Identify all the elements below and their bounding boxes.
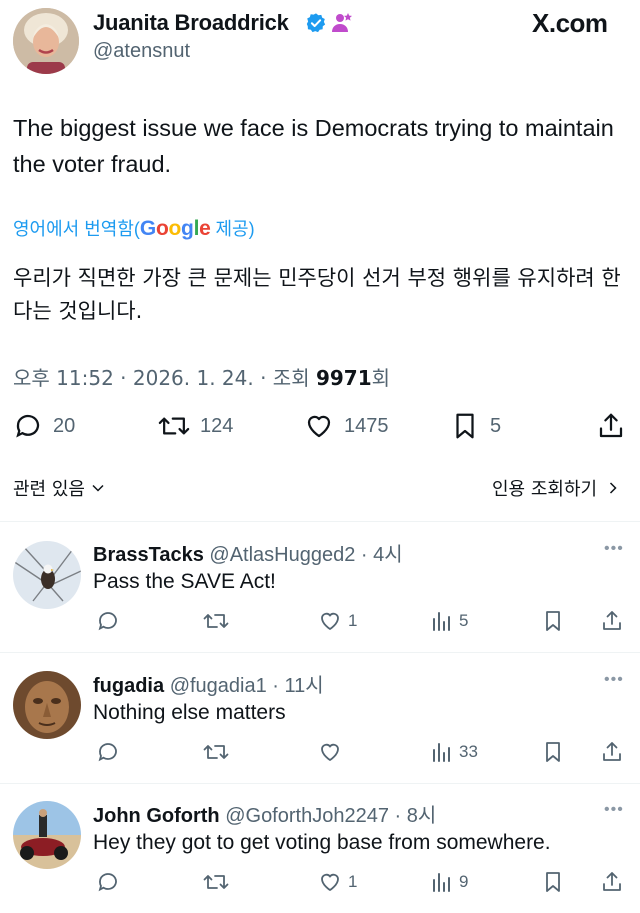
reply-share-button[interactable]: [600, 740, 630, 764]
share-button[interactable]: [596, 411, 636, 441]
reply-author-name[interactable]: BrassTacks: [93, 544, 204, 566]
reply-button[interactable]: 20: [13, 411, 75, 441]
reply-like-count: 1: [348, 611, 358, 630]
reply-view-count: 5: [459, 611, 469, 630]
chevron-down-icon: [92, 484, 104, 492]
bookmark-count: 5: [490, 414, 502, 437]
like-icon: [321, 873, 339, 892]
reply-reply-button[interactable]: [96, 870, 126, 894]
repost-button[interactable]: 124: [158, 411, 233, 441]
quotes-label: 인용 조회하기: [492, 479, 598, 500]
translated-text: 우리가 직면한 가장 큰 문제는 민주당이 선거 부정 행위를 유지하려 한다는…: [13, 266, 621, 323]
bookmark-icon: [546, 872, 560, 892]
repost-icon: [203, 745, 229, 759]
like-icon: [321, 612, 339, 631]
reply-bookmark-button[interactable]: [541, 870, 571, 894]
reply-like-button[interactable]: 1: [318, 609, 357, 633]
like-button[interactable]: 1475: [304, 411, 389, 441]
org-badge-icon: [332, 13, 352, 32]
reply-view-count: 33: [459, 742, 478, 761]
view-quotes-link[interactable]: 인용 조회하기: [492, 475, 623, 501]
reply-views-button[interactable]: 5: [431, 609, 468, 633]
reply-author-handle[interactable]: @fugadia1 · 11시: [170, 675, 324, 697]
author-name[interactable]: Juanita Broaddrick: [93, 10, 289, 36]
translation-suffix: 제공): [210, 219, 255, 239]
share-icon: [603, 611, 621, 630]
views-icon: [433, 873, 450, 892]
translation-attribution[interactable]: 영어에서 번역함(Google 제공): [13, 215, 255, 241]
like-icon: [321, 743, 339, 762]
more-icon[interactable]: •••: [604, 801, 624, 819]
translation-prefix: 영어에서 번역함(: [13, 219, 140, 239]
reply-icon: [98, 743, 117, 762]
views-icon: [433, 743, 450, 762]
like-count: 1475: [344, 414, 389, 437]
share-icon: [603, 872, 621, 891]
reply-author-handle[interactable]: @AtlasHugged2 · 4시: [209, 544, 402, 566]
reply-avatar[interactable]: [13, 801, 81, 869]
reply-header: John Goforth @GoforthJoh2247 · 8시: [93, 799, 436, 828]
repost-icon: [158, 417, 190, 435]
related-toggle[interactable]: 관련 있음: [13, 475, 108, 501]
reply-header: fugadia @fugadia1 · 11시: [93, 669, 324, 698]
reply-reply-button[interactable]: [96, 609, 126, 633]
reply-bookmark-button[interactable]: [541, 740, 571, 764]
reply-count: 20: [53, 414, 76, 437]
view-suffix: 회: [371, 366, 391, 390]
reply-author-name[interactable]: John Goforth: [93, 805, 220, 827]
more-icon[interactable]: •••: [604, 671, 624, 689]
reply-views-button[interactable]: 9: [431, 870, 468, 894]
reply-avatar[interactable]: [13, 671, 81, 739]
reply-like-button[interactable]: 1: [318, 870, 357, 894]
reply-views-button[interactable]: 33: [431, 740, 478, 764]
like-icon: [307, 415, 331, 438]
reply-author-handle[interactable]: @GoforthJoh2247 · 8시: [225, 805, 436, 827]
repost-icon: [203, 614, 229, 628]
divider: [0, 521, 640, 522]
more-icon[interactable]: •••: [604, 540, 624, 558]
reply-text: Pass the SAVE Act!: [93, 570, 276, 593]
repost-count: 124: [200, 414, 234, 437]
share-icon: [603, 742, 621, 761]
tweet-time[interactable]: 오후 11:52 · 2026. 1. 24. · 조회: [13, 366, 316, 390]
reply-author-name[interactable]: fugadia: [93, 675, 164, 697]
bookmark-icon: [456, 413, 474, 439]
chevron-right-icon: [610, 482, 617, 494]
verified-badge-icon: [306, 13, 326, 33]
share-icon: [599, 413, 623, 438]
reply-icon: [98, 612, 117, 631]
reply-repost-button[interactable]: [203, 870, 235, 894]
google-logo-text: Google: [139, 217, 211, 240]
reply-repost-button[interactable]: [203, 609, 235, 633]
site-logo: X.com: [532, 8, 608, 38]
reply-text: Nothing else matters: [93, 701, 286, 724]
author-handle[interactable]: @atensnut: [93, 40, 190, 63]
reply-icon: [98, 873, 117, 892]
author-avatar[interactable]: [13, 8, 79, 74]
divider: [0, 783, 640, 784]
reply-text: Hey they got to get voting base from som…: [93, 831, 551, 854]
reply-like-button[interactable]: [318, 740, 348, 764]
reply-header: BrassTacks @AtlasHugged2 · 4시: [93, 538, 403, 567]
reply-share-button[interactable]: [600, 870, 630, 894]
reply-reply-button[interactable]: [96, 740, 126, 764]
bookmark-icon: [546, 742, 560, 762]
reply-view-count: 9: [459, 872, 469, 891]
related-label: 관련 있음: [13, 479, 85, 500]
reply-like-count: 1: [348, 872, 358, 891]
view-count: 9971: [315, 366, 372, 390]
reply-share-button[interactable]: [600, 609, 630, 633]
reply-repost-button[interactable]: [203, 740, 235, 764]
divider: [0, 652, 640, 653]
repost-icon: [203, 875, 229, 889]
bookmark-icon: [546, 611, 560, 631]
tweet-text: The biggest issue we face is Democrats t…: [13, 115, 614, 177]
views-icon: [433, 612, 450, 631]
reply-avatar[interactable]: [13, 541, 81, 609]
bookmark-button[interactable]: 5: [450, 411, 501, 441]
reply-icon: [16, 414, 40, 438]
tweet-metadata: 오후 11:52 · 2026. 1. 24. · 조회 9971회: [13, 362, 390, 391]
reply-bookmark-button[interactable]: [541, 609, 571, 633]
